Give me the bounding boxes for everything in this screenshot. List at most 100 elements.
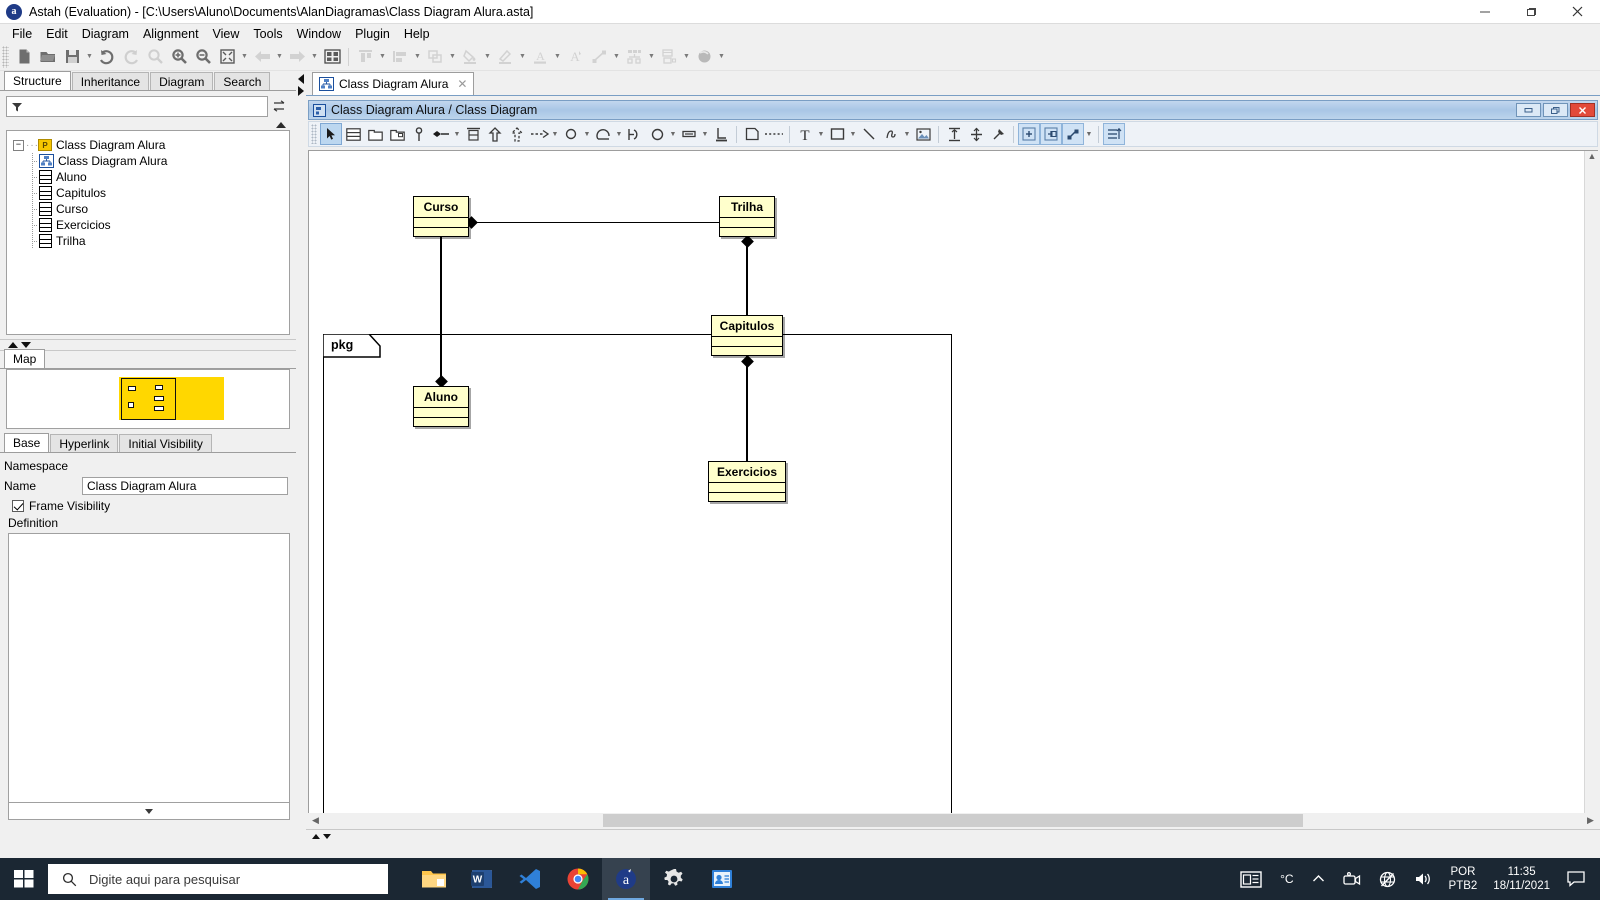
class-diagram-icon[interactable] <box>320 45 344 69</box>
tree-node-exercicios[interactable]: Exercicios <box>13 217 289 233</box>
pin-icon[interactable] <box>987 123 1009 145</box>
map-viewport-rect[interactable] <box>121 378 176 420</box>
chevron-right-icon[interactable]: ▶ <box>1583 815 1598 826</box>
tab-search[interactable]: Search <box>214 72 271 90</box>
image-tool-icon[interactable] <box>912 123 934 145</box>
collaboration-dropdown-arrow[interactable]: ▼ <box>614 123 624 145</box>
menu-plugin[interactable]: Plugin <box>348 25 397 43</box>
chevron-up-icon[interactable] <box>8 342 18 348</box>
note-tool-icon[interactable] <box>741 123 763 145</box>
volume-icon[interactable] <box>1405 858 1441 900</box>
tab-hyperlink[interactable]: Hyperlink <box>50 434 119 452</box>
menu-tools[interactable]: Tools <box>246 25 289 43</box>
text-dropdown-arrow[interactable]: ▼ <box>816 123 826 145</box>
line-routing-icon[interactable] <box>1062 123 1084 145</box>
hscroll-thumb[interactable] <box>603 814 1303 827</box>
association-curso-aluno[interactable] <box>440 237 442 386</box>
menu-diagram[interactable]: Diagram <box>75 25 136 43</box>
menu-help[interactable]: Help <box>397 25 437 43</box>
tab-structure[interactable]: Structure <box>4 71 71 90</box>
tree-scroll-up[interactable] <box>6 120 290 130</box>
word-icon[interactable]: W <box>458 858 506 900</box>
auto-resize-icon[interactable] <box>1040 123 1062 145</box>
chevron-right-icon[interactable] <box>298 86 304 96</box>
menu-window[interactable]: Window <box>290 25 348 43</box>
diagram-canvas-viewport[interactable]: pkg Curso Trilha Capitulos Aluno Exercic… <box>308 150 1598 825</box>
swap-arrows-icon[interactable] <box>268 96 290 117</box>
association-capitulos-exercicios[interactable] <box>746 356 748 461</box>
doc-restore-icon[interactable] <box>1543 103 1568 117</box>
uml-class-aluno[interactable]: Aluno <box>413 386 469 427</box>
qualifier-tool-icon[interactable] <box>710 123 732 145</box>
show-hidden-icons-icon[interactable] <box>1303 858 1334 900</box>
interface-dropdown-arrow[interactable]: ▼ <box>582 123 592 145</box>
vscode-icon[interactable] <box>506 858 554 900</box>
open-project-icon[interactable] <box>36 45 60 69</box>
taskbar-search-box[interactable]: Digite aqui para pesquisar <box>48 864 388 894</box>
select-tool-icon[interactable] <box>320 123 342 145</box>
splitter-arrows[interactable] <box>296 72 306 96</box>
filter-box[interactable] <box>6 96 268 117</box>
minimize-icon[interactable] <box>1462 0 1508 24</box>
uml-class-trilha[interactable]: Trilha <box>719 196 775 237</box>
line-routing-dropdown-arrow[interactable]: ▼ <box>1084 123 1094 145</box>
frame-visibility-checkbox[interactable] <box>12 500 24 512</box>
realization-tool-icon[interactable] <box>506 123 528 145</box>
undo-icon[interactable] <box>95 45 119 69</box>
tree-node-root[interactable]: − ··· P Class Diagram Alura <box>13 137 289 153</box>
provided-interface-tool-icon[interactable] <box>646 123 668 145</box>
windows-start-icon[interactable] <box>0 858 48 900</box>
chevron-up-icon[interactable]: ▲ <box>1585 151 1600 161</box>
package-tool-icon[interactable] <box>364 123 386 145</box>
editor-bottom-resize-bar[interactable] <box>306 829 1600 842</box>
note-anchor-tool-icon[interactable] <box>763 123 785 145</box>
hscroll-track-left[interactable] <box>323 813 603 828</box>
align-vertical-icon[interactable] <box>943 123 965 145</box>
canvas-horizontal-scrollbar[interactable]: ◀ ▶ <box>308 813 1598 828</box>
instance-tool-icon[interactable] <box>678 123 700 145</box>
news-weather-icon[interactable] <box>1231 858 1271 900</box>
tree-node-curso[interactable]: Curso <box>13 201 289 217</box>
camera-icon[interactable] <box>1334 858 1370 900</box>
instance-dropdown-arrow[interactable]: ▼ <box>700 123 710 145</box>
provided-interface-dropdown-arrow[interactable]: ▼ <box>668 123 678 145</box>
toolbar-grip[interactable] <box>2 45 9 68</box>
interface-tool-icon[interactable] <box>560 123 582 145</box>
astah-icon[interactable]: a <box>602 858 650 900</box>
chevron-down-icon[interactable] <box>323 833 331 839</box>
port-tool-icon[interactable] <box>408 123 430 145</box>
filter-input[interactable] <box>27 98 267 115</box>
map-panel[interactable] <box>6 369 290 429</box>
tab-initial-visibility[interactable]: Initial Visibility <box>119 434 212 452</box>
menu-view[interactable]: View <box>206 25 247 43</box>
tab-base[interactable]: Base <box>4 433 50 452</box>
dependency-dropdown-arrow[interactable]: ▼ <box>550 123 560 145</box>
hscroll-track-right[interactable] <box>1303 813 1583 828</box>
tree-node-aluno[interactable]: Aluno <box>13 169 289 185</box>
frame-visibility-row[interactable]: Frame Visibility <box>4 496 296 516</box>
zoom-out-icon[interactable] <box>191 45 215 69</box>
chevron-left-icon[interactable] <box>298 74 304 84</box>
association-dropdown-arrow[interactable]: ▼ <box>452 123 462 145</box>
required-interface-tool-icon[interactable] <box>624 123 646 145</box>
tree-collapse-toggle[interactable]: − <box>13 139 24 151</box>
menu-file[interactable]: File <box>5 25 39 43</box>
settings-icon[interactable] <box>650 858 698 900</box>
tab-map[interactable]: Map <box>4 349 46 368</box>
subsystem-tool-icon[interactable] <box>386 123 408 145</box>
class-tool-icon[interactable] <box>342 123 364 145</box>
association-tool-icon[interactable] <box>430 123 452 145</box>
language-indicator[interactable]: POR PTB2 <box>1441 865 1486 893</box>
dependency-tool-icon[interactable] <box>528 123 550 145</box>
structure-tree[interactable]: − ··· P Class Diagram Alura Class Diagra… <box>6 130 290 335</box>
attribute-tool-icon[interactable] <box>462 123 484 145</box>
zoom-in-icon[interactable] <box>167 45 191 69</box>
tab-diagram[interactable]: Diagram <box>150 72 214 90</box>
collaboration-tool-icon[interactable] <box>592 123 614 145</box>
expand-icon[interactable] <box>1018 123 1040 145</box>
definition-expander[interactable] <box>8 803 290 820</box>
doc-close-icon[interactable] <box>1570 103 1595 117</box>
line-tool-icon[interactable] <box>858 123 880 145</box>
menu-edit[interactable]: Edit <box>39 25 75 43</box>
association-trilha-capitulos[interactable] <box>746 237 748 315</box>
